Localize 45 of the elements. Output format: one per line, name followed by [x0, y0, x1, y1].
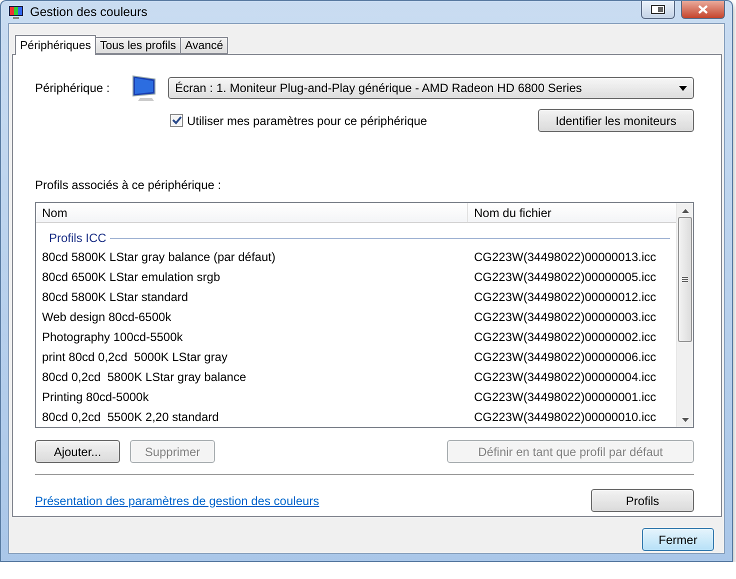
scroll-down-icon: [682, 418, 688, 422]
add-button[interactable]: Ajouter...: [35, 440, 120, 463]
profile-file[interactable]: CG223W(34498022)00000005.icc: [468, 270, 676, 284]
close-icon: [698, 5, 708, 14]
column-header[interactable]: Nom: [36, 203, 468, 222]
tab[interactable]: Périphériques: [15, 35, 96, 55]
profile-file[interactable]: CG223W(34498022)00000004.icc: [468, 370, 676, 384]
tab[interactable]: Tous les profils: [94, 37, 182, 54]
group-header: Profils ICC: [49, 231, 106, 245]
profile-name[interactable]: 80cd 5800K LStar standard: [36, 290, 468, 304]
settings-checkbox[interactable]: Utiliser mes paramètres pour ce périphérique: [170, 114, 428, 128]
profile-file[interactable]: CG223W(34498022)00000013.icc: [468, 250, 676, 264]
profile-name[interactable]: 80cd 5800K LStar gray balance (par défaut): [36, 250, 468, 264]
scroll-up-icon: [682, 209, 688, 213]
profile-name[interactable]: Photography 100cd-5500k: [36, 330, 468, 344]
help-link[interactable]: Présentation des paramètres de gestion des couleurs: [35, 494, 320, 508]
device-label: Périphérique :: [35, 81, 111, 95]
column-header[interactable]: Nom du fichier: [468, 203, 676, 222]
profile-name[interactable]: 80cd 0,2cd 5500K 2,20 standard: [36, 410, 468, 424]
profile-name[interactable]: Web design 80cd-6500k: [36, 310, 468, 324]
close-button[interactable]: [681, 1, 725, 19]
window-title: Gestion des couleurs: [30, 5, 148, 19]
checkmark-icon: [172, 116, 182, 125]
close-dialog-button[interactable]: Fermer: [642, 528, 714, 551]
profiles-label: Profils associés à ce périphérique :: [35, 178, 222, 192]
profile-name[interactable]: 80cd 6500K LStar emulation srgb: [36, 270, 468, 284]
scrollbar[interactable]: [676, 203, 693, 427]
color-app-icon: [8, 4, 24, 20]
profile-file[interactable]: CG223W(34498022)00000006.icc: [468, 350, 676, 364]
dropdown-arrow-icon: [679, 86, 687, 90]
device-dropdown[interactable]: Écran : 1. Moniteur Plug-and-Play générique - AMD Radeon HD 6800 Series: [168, 77, 694, 99]
profiles-button[interactable]: Profils: [591, 489, 694, 512]
window-mode-icon: [651, 5, 665, 14]
profile-file[interactable]: CG223W(34498022)00000001.icc: [468, 390, 676, 404]
tab[interactable]: Avancé: [180, 37, 228, 54]
profile-file[interactable]: CG223W(34498022)00000002.icc: [468, 330, 676, 344]
window-button[interactable]: [641, 1, 675, 19]
profile-name[interactable]: 80cd 0,2cd 5800K LStar gray balance: [36, 370, 468, 384]
profile-file[interactable]: CG223W(34498022)00000010.icc: [468, 410, 676, 424]
profile-name[interactable]: Printing 80cd-5000k: [36, 390, 468, 404]
profile-file[interactable]: CG223W(34498022)00000003.icc: [468, 310, 676, 324]
grip-icon: [682, 277, 688, 282]
identify-button[interactable]: Identifier les moniteurs: [538, 109, 694, 132]
profile-name[interactable]: print 80cd 0,2cd 5000K LStar gray: [36, 350, 468, 364]
profile-file[interactable]: CG223W(34498022)00000012.icc: [468, 290, 676, 304]
